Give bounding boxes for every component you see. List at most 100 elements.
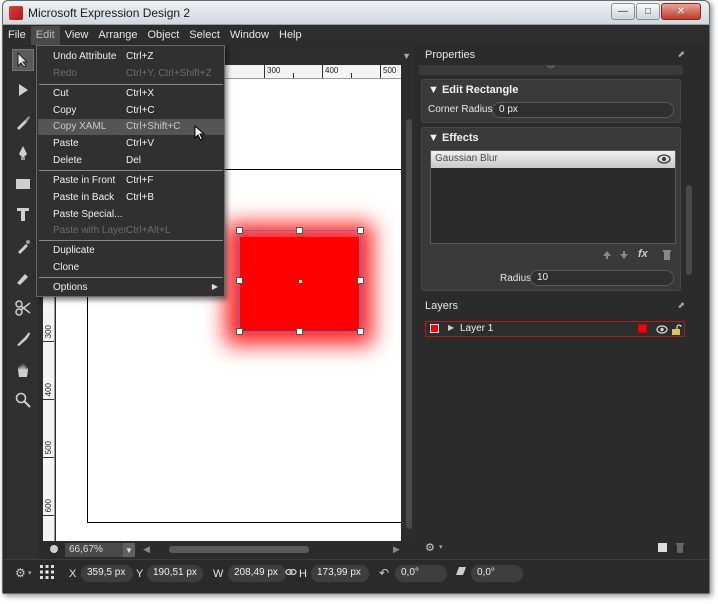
move-down-icon[interactable] — [619, 250, 629, 260]
menu-item-paste-special[interactable]: Paste Special... — [38, 207, 224, 223]
menu-item-options[interactable]: Options ▶ — [38, 280, 224, 296]
minimize-button[interactable]: — — [611, 3, 635, 20]
link-icon[interactable] — [285, 567, 297, 577]
zoom-input[interactable]: 66,67% — [65, 543, 123, 557]
layer-color-swatch — [430, 324, 439, 333]
scissors-tool-icon[interactable] — [12, 297, 34, 319]
y-label: Y — [136, 568, 144, 580]
menu-separator — [39, 84, 223, 85]
chevron-down-icon[interactable]: ▾ — [439, 543, 443, 551]
title-bar: Microsoft Expression Design 2 — □ ✕ — [3, 1, 709, 25]
menu-window[interactable]: Window — [225, 26, 274, 45]
scroll-right-icon[interactable]: ▶ — [393, 544, 400, 555]
resize-handle[interactable] — [236, 227, 243, 234]
resize-handle[interactable] — [296, 227, 303, 234]
maximize-button[interactable]: □ — [636, 3, 660, 20]
corner-radius-label: Corner Radius — [428, 104, 493, 115]
menu-edit[interactable]: Edit — [30, 26, 60, 45]
gear-icon[interactable]: ⚙ — [15, 566, 26, 580]
move-up-icon[interactable] — [602, 250, 612, 260]
menu-select[interactable]: Select — [184, 26, 225, 45]
section-collapse-icon: ▼ — [428, 132, 442, 144]
resize-handle[interactable] — [236, 328, 243, 335]
ruler-label: 500 — [383, 66, 397, 75]
resize-handle[interactable] — [236, 277, 243, 284]
add-effect-fx-icon[interactable]: fx — [638, 248, 648, 260]
properties-panel-header: Properties ⬈ — [419, 47, 693, 64]
menu-item-cut[interactable]: Cut Ctrl+X — [38, 86, 224, 102]
hand-tool-icon[interactable] — [12, 359, 34, 381]
eye-icon[interactable] — [657, 154, 671, 164]
new-layer-icon[interactable] — [657, 542, 668, 553]
menu-item-paste-in-back[interactable]: Paste in Back Ctrl+B — [38, 190, 224, 206]
document-horizontal-scrollbar[interactable] — [155, 546, 387, 554]
scroll-left-icon[interactable]: ◀ — [143, 544, 150, 555]
panel-expand-icon[interactable]: ⬈ — [677, 300, 685, 311]
menu-object[interactable]: Object — [143, 26, 185, 45]
dropper-tool-icon[interactable] — [12, 327, 34, 349]
menu-file[interactable]: File — [3, 26, 31, 45]
effects-header[interactable]: ▼ Effects — [428, 132, 479, 144]
menu-arrange[interactable]: Arrange — [93, 26, 142, 45]
resize-handle[interactable] — [357, 328, 364, 335]
properties-vertical-scrollbar[interactable] — [685, 65, 693, 295]
radius-input[interactable]: 10 — [530, 270, 674, 286]
menu-help[interactable]: Help — [274, 26, 307, 45]
properties-panel-title: Properties — [425, 49, 476, 61]
eyedropper-tool-icon[interactable] — [12, 235, 34, 257]
document-vertical-scrollbar[interactable] — [403, 65, 415, 541]
height-label: H — [299, 568, 307, 580]
reference-point-icon[interactable] — [39, 564, 55, 580]
eye-icon[interactable] — [656, 325, 668, 334]
close-button[interactable]: ✕ — [661, 3, 701, 20]
edit-rectangle-header[interactable]: ▼ Edit Rectangle — [428, 84, 518, 96]
tab-dropdown-icon[interactable]: ▼ — [402, 51, 411, 61]
collapse-chevron-icon[interactable]: ︾ — [419, 65, 683, 75]
paint-tool-icon[interactable] — [12, 267, 34, 289]
x-input[interactable]: 359,5 px — [81, 565, 133, 582]
menu-item-redo: Redo Ctrl+Y, Ctrl+Shift+Z — [53, 68, 212, 79]
layer-name: Layer 1 — [460, 323, 494, 334]
ruler-label: 300 — [44, 325, 53, 339]
menu-bar: File Edit View Arrange Object Select Win… — [3, 26, 709, 45]
rectangle-tool-icon[interactable] — [12, 173, 34, 195]
mouse-cursor-icon — [194, 125, 206, 141]
layer-row[interactable]: ▶ Layer 1 — [425, 321, 685, 337]
submenu-arrow-icon: ▶ — [211, 282, 218, 291]
menu-item-copy[interactable]: Copy Ctrl+C — [38, 103, 224, 119]
layer-highlight-color-swatch[interactable] — [638, 324, 647, 333]
skew-input[interactable]: 0,0° — [471, 565, 523, 582]
app-window: Microsoft Expression Design 2 — □ ✕ File… — [2, 0, 710, 594]
height-input[interactable]: 173,99 px — [311, 565, 369, 582]
gear-icon[interactable]: ⚙ — [425, 541, 435, 554]
menu-item-undo[interactable]: Undo Attribute Ctrl+Z — [38, 49, 224, 65]
menu-item-paste-in-front[interactable]: Paste in Front Ctrl+F — [38, 173, 224, 189]
menu-item-delete[interactable]: Delete Del — [38, 153, 224, 169]
resize-handle[interactable] — [357, 277, 364, 284]
menu-view[interactable]: View — [60, 26, 94, 45]
direct-selection-tool-icon[interactable] — [12, 79, 34, 101]
zoom-dropdown-icon[interactable]: ▼ — [123, 543, 135, 557]
menu-item-clone[interactable]: Clone — [38, 260, 224, 276]
effect-gaussian-blur[interactable]: Gaussian Blur — [431, 151, 675, 168]
y-input[interactable]: 190,51 px — [147, 565, 203, 582]
delete-layer-icon[interactable] — [675, 542, 685, 553]
menu-item-duplicate[interactable]: Duplicate — [38, 243, 224, 259]
resize-handle[interactable] — [357, 227, 364, 234]
delete-effect-icon[interactable] — [662, 249, 672, 261]
app-icon — [9, 6, 23, 20]
unlock-icon[interactable] — [671, 324, 683, 335]
width-input[interactable]: 208,49 px — [228, 565, 286, 582]
zoom-tool-icon[interactable] — [12, 389, 34, 411]
pen-tool-icon[interactable] — [12, 111, 34, 133]
corner-radius-input[interactable]: 0 px — [492, 102, 674, 118]
text-tool-icon[interactable] — [12, 203, 34, 225]
chevron-down-icon[interactable]: ▾ — [28, 569, 32, 577]
brush-tool-icon[interactable] — [12, 141, 34, 163]
panel-expand-icon[interactable]: ⬈ — [677, 49, 685, 60]
selection-tool-icon[interactable] — [12, 49, 34, 71]
layer-expand-icon[interactable]: ▶ — [448, 323, 454, 332]
resize-handle[interactable] — [296, 328, 303, 335]
rotate-icon: ↶ — [379, 566, 390, 580]
rotation-input[interactable]: 0,0° — [395, 565, 447, 582]
